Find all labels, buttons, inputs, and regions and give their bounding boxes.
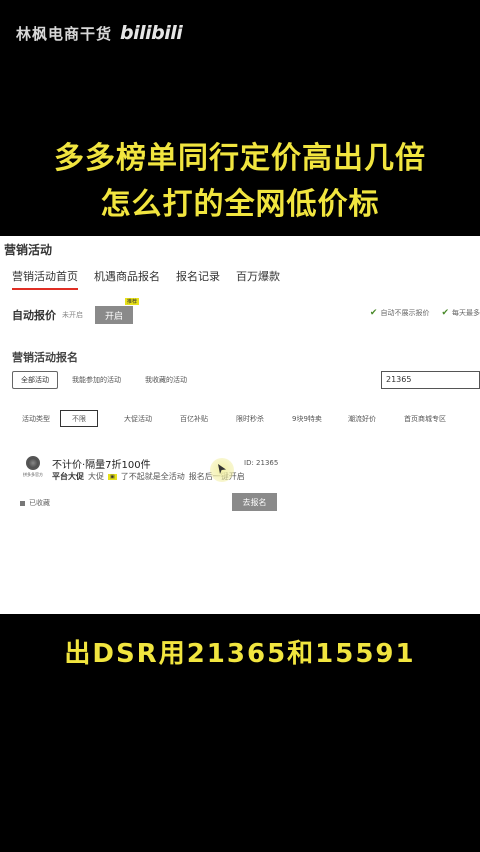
activity-thumbnail: 拼多多官方 — [22, 456, 44, 480]
auto-price-label: 自动报价 — [12, 309, 56, 322]
watermark: 林枫电商干货 bilibili — [16, 20, 183, 46]
watermark-text: 林枫电商干货 — [16, 24, 113, 43]
check-icon: ✔ — [369, 308, 378, 318]
tab-million-hits[interactable]: 百万爆款 — [236, 268, 280, 290]
filter-collected-activities[interactable]: 我收藏的活动 — [145, 375, 187, 385]
type-option[interactable]: 大促活动 — [124, 414, 180, 424]
thumbnail-caption: 拼多多官方 — [23, 472, 43, 477]
auto-price-status: 未开启 — [62, 311, 83, 319]
headline-line1: 多多榜单同行定价高出几倍 — [54, 141, 426, 176]
activity-sub-label: 平台大促 — [52, 472, 84, 481]
tab-opportunity-products[interactable]: 机遇商品报名 — [94, 268, 160, 290]
auto-price-options: ✔ 自动不展示报价 ✔ 每天最多 — [370, 308, 480, 318]
type-option[interactable]: 限时秒杀 — [236, 414, 292, 424]
activity-filter-row: 全部活动 我能参加的活动 我收藏的活动 — [12, 371, 187, 389]
filter-all-activities[interactable]: 全部活动 — [12, 371, 58, 389]
activity-type-label: 活动类型 — [22, 414, 50, 423]
type-option[interactable]: 百亿补贴 — [180, 414, 236, 424]
activity-sub-text: 了不起就是全活动 — [120, 472, 185, 481]
auto-price-row: 自动报价 未开启 开启 推荐 — [12, 298, 139, 324]
option-daily-max-label: 每天最多 — [452, 309, 480, 317]
activity-sub-tag: 大促 — [88, 472, 104, 481]
bottom-caption: 出DSR用21365和15591 — [64, 639, 416, 669]
tab-enroll-records[interactable]: 报名记录 — [176, 268, 220, 290]
type-option[interactable]: 9块9特卖 — [292, 414, 348, 424]
activity-id: ID: 21365 — [244, 459, 279, 467]
check-icon: ✔ — [441, 308, 449, 318]
bookmark-icon — [20, 500, 25, 506]
marketing-screenshot: 营销活动 营销活动首页 机遇商品报名 报名记录 百万爆款 自动报价 未开启 开启… — [0, 236, 480, 614]
recommend-badge: 推荐 — [124, 298, 139, 305]
tab-bar: 营销活动首页 机遇商品报名 报名记录 百万爆款 — [12, 268, 280, 290]
bilibili-logo: bilibili — [120, 22, 183, 44]
collected-label: 已收藏 — [29, 499, 50, 507]
activity-item: 拼多多官方 不计价·隔量7折100件 平台大促 大促 ▣ 了不起就是全活动 报名… — [22, 456, 462, 496]
collect-toggle[interactable]: 已收藏 — [20, 498, 50, 508]
pinduoduo-logo-icon — [26, 456, 40, 470]
mouse-cursor-icon — [210, 458, 234, 482]
promo-badge-icon: ▣ — [108, 473, 117, 480]
enable-button-label: 开启 — [104, 311, 123, 322]
type-option[interactable]: 首页商城专区 — [404, 414, 460, 424]
section-title: 营销活动报名 — [12, 351, 78, 364]
type-option-any[interactable]: 不限 — [60, 410, 98, 427]
headline-line2: 怎么打的全网低价标 — [100, 187, 380, 222]
activity-search-input[interactable]: 21365 — [381, 371, 480, 389]
option-daily-max[interactable]: ✔ 每天最多 — [441, 308, 480, 318]
option-hide-price-label: 自动不展示报价 — [380, 309, 430, 317]
activity-title: 不计价·隔量7折100件 — [52, 460, 151, 471]
type-option[interactable]: 潮流好价 — [348, 414, 404, 424]
activity-type-row: 活动类型 不限 大促活动 百亿补贴 限时秒杀 9块9特卖 潮流好价 首页商城专区 — [22, 410, 460, 427]
page-title: 营销活动 — [4, 243, 53, 257]
filter-joinable-activities[interactable]: 我能参加的活动 — [72, 375, 121, 385]
option-hide-price[interactable]: ✔ 自动不展示报价 — [370, 308, 430, 318]
enable-auto-price-button[interactable]: 开启 推荐 — [95, 298, 139, 324]
enroll-button[interactable]: 去报名 — [232, 493, 277, 511]
tab-marketing-home[interactable]: 营销活动首页 — [12, 268, 78, 290]
